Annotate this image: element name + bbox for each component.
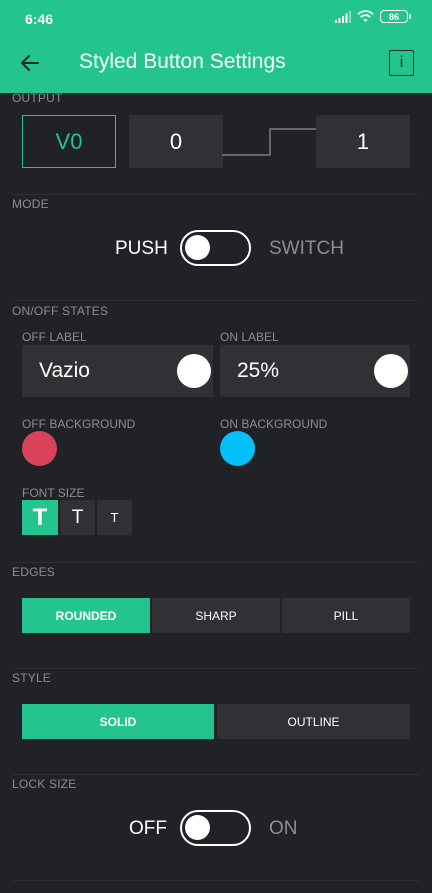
on-label-color-picker[interactable] bbox=[374, 354, 408, 388]
style-section-label: STYLE bbox=[12, 671, 52, 685]
divider bbox=[12, 300, 420, 301]
edges-pill-button[interactable]: PILL bbox=[282, 598, 410, 633]
status-bar: 6:46 86 bbox=[0, 0, 432, 34]
info-icon[interactable]: i bbox=[389, 50, 414, 76]
pin-selector[interactable]: V0 bbox=[22, 115, 116, 168]
on-label-value: 25% bbox=[237, 359, 280, 382]
on-background-title: ON BACKGROUND bbox=[220, 417, 328, 431]
divider bbox=[12, 194, 420, 195]
font-size-small-button[interactable]: T bbox=[97, 500, 132, 535]
range-min-input[interactable]: 0 bbox=[129, 115, 223, 168]
back-arrow-icon[interactable] bbox=[16, 49, 44, 77]
font-size-title: FONT SIZE bbox=[22, 486, 85, 500]
signal-icon bbox=[335, 10, 351, 23]
on-label-field[interactable]: 25% bbox=[220, 345, 410, 397]
switch-knob bbox=[185, 235, 210, 260]
states-section-label: ON/OFF STATES bbox=[12, 304, 109, 318]
font-size-medium-button[interactable]: T bbox=[60, 500, 95, 535]
switch-knob bbox=[185, 815, 210, 840]
range-connector bbox=[222, 128, 316, 156]
off-label-color-picker[interactable] bbox=[177, 354, 211, 388]
off-label-field[interactable]: Vazio bbox=[22, 345, 213, 397]
lock-size-on-label: ON bbox=[269, 818, 298, 839]
off-background-swatch[interactable] bbox=[22, 431, 57, 466]
style-outline-button[interactable]: OUTLINE bbox=[217, 704, 410, 739]
lock-size-toggle-row: OFF ON bbox=[0, 810, 432, 850]
range-max-input[interactable]: 1 bbox=[316, 115, 410, 168]
app-bar: Styled Button Settings i bbox=[0, 34, 432, 93]
edges-rounded-button[interactable]: ROUNDED bbox=[22, 598, 150, 633]
status-icons: 86 bbox=[335, 10, 411, 23]
on-background-swatch[interactable] bbox=[220, 431, 255, 466]
on-label-title: ON LABEL bbox=[220, 330, 279, 344]
font-size-large-button[interactable]: T bbox=[22, 500, 58, 535]
mode-push-label: PUSH bbox=[115, 238, 168, 259]
divider bbox=[12, 880, 420, 881]
wifi-icon bbox=[357, 10, 374, 22]
mode-toggle-row: PUSH SWITCH bbox=[0, 230, 432, 270]
output-section-label: OUTPUT bbox=[12, 91, 63, 105]
off-background-title: OFF BACKGROUND bbox=[22, 417, 136, 431]
mode-switch[interactable] bbox=[180, 230, 251, 266]
divider bbox=[12, 774, 420, 775]
lock-size-off-label: OFF bbox=[129, 818, 167, 839]
mode-switch-label: SWITCH bbox=[269, 238, 344, 259]
status-time: 6:46 bbox=[25, 11, 54, 27]
lock-size-switch[interactable] bbox=[180, 810, 251, 846]
mode-section-label: MODE bbox=[12, 197, 49, 211]
lock-size-section-label: LOCK SIZE bbox=[12, 777, 77, 791]
battery-icon: 86 bbox=[380, 10, 411, 23]
page-title: Styled Button Settings bbox=[79, 50, 286, 73]
divider bbox=[12, 562, 420, 563]
edges-section-label: EDGES bbox=[12, 565, 56, 579]
edges-sharp-button[interactable]: SHARP bbox=[152, 598, 280, 633]
off-label-title: OFF LABEL bbox=[22, 330, 87, 344]
divider bbox=[12, 668, 420, 669]
style-solid-button[interactable]: SOLID bbox=[22, 704, 214, 739]
off-label-value: Vazio bbox=[39, 359, 90, 382]
